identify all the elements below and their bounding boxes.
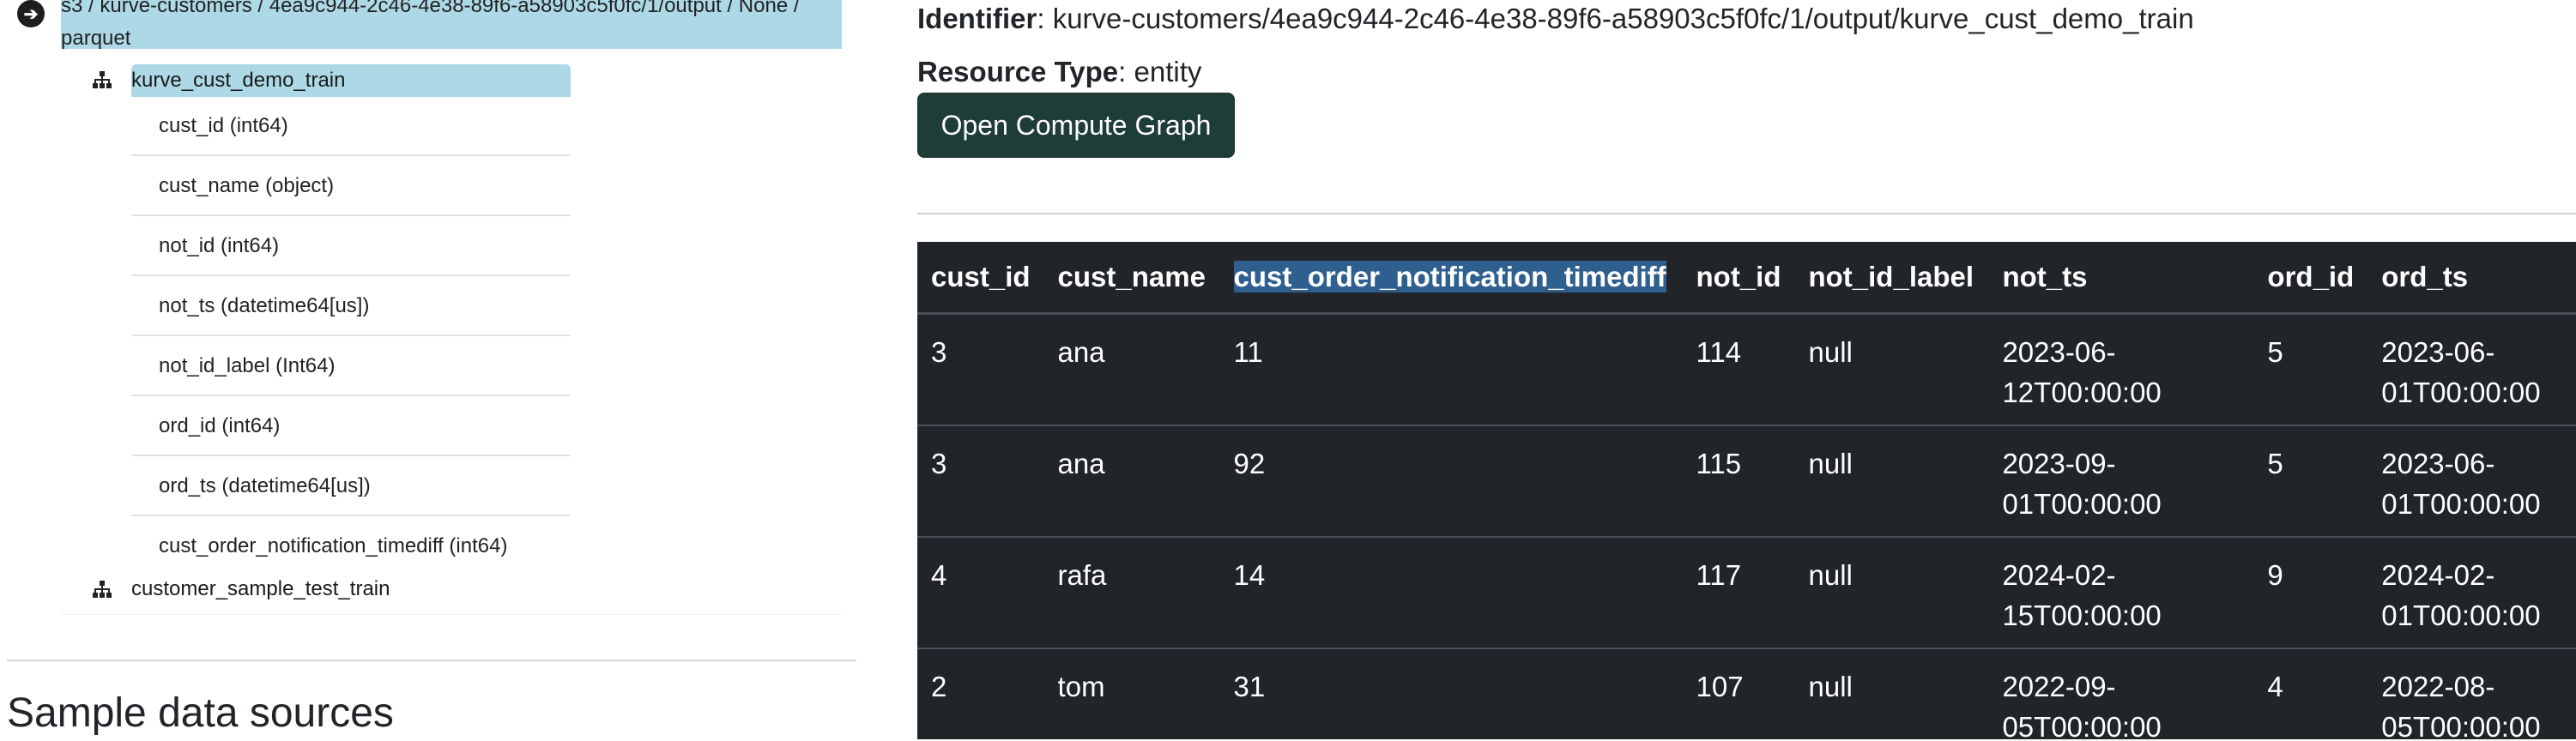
table-cell: tom (1043, 648, 1220, 739)
table-cell: 2023-06-01T00:00:00 (2367, 425, 2576, 538)
table-header-row: cust_id cust_name cust_order_notificatio… (917, 242, 2576, 315)
table-cell: 3 (917, 425, 1044, 538)
table-cell: null (1794, 313, 1989, 426)
column-header[interactable]: ord_ts (2367, 242, 2576, 315)
column-item[interactable]: ord_ts (datetime64[us]) (131, 456, 571, 516)
table-cell: null (1794, 648, 1989, 739)
column-header-selected[interactable]: cust_order_notification_timediff (1219, 242, 1683, 315)
column-header[interactable]: cust_name (1043, 242, 1220, 315)
table-cell: 2023-06-12T00:00:00 (1988, 313, 2254, 426)
resource-type-line: Resource Type: entity (917, 56, 1202, 87)
resource-tree-panel: ➔ s3 / kurve-customers / 4ea9c944-2c46-4… (0, 0, 858, 739)
entity-customer-sample-test-train[interactable]: customer_sample_test_train (131, 573, 390, 605)
column-item[interactable]: cust_name (object) (131, 156, 571, 216)
column-item[interactable]: cust_order_notification_timediff (int64) (131, 516, 571, 576)
table-cell: 115 (1682, 425, 1795, 538)
table-cell: ana (1043, 425, 1220, 538)
table-cell: rafa (1043, 536, 1220, 649)
hierarchy-icon (92, 581, 112, 599)
divider (61, 614, 842, 615)
table-cell: 4 (2253, 648, 2368, 739)
identifier-value: kurve-customers/4ea9c944-2c46-4e38-89f6-… (1052, 3, 2194, 34)
table-cell: ana (1043, 313, 1220, 426)
open-compute-graph-button[interactable]: Open Compute Graph (917, 93, 1235, 158)
entity-label: kurve_cust_demo_train (131, 69, 346, 92)
column-header[interactable]: not_ts (1988, 242, 2254, 315)
table-row: 3 ana 11 114 null 2023-06-12T00:00:00 5 … (917, 313, 2576, 426)
resource-detail-panel: Identifier: kurve-customers/4ea9c944-2c4… (917, 0, 2576, 739)
table-row: 2 tom 31 107 null 2022-09-05T00:00:00 4 … (917, 648, 2576, 739)
arrow-circle-right-icon[interactable]: ➔ (17, 0, 45, 27)
table-cell: 2023-06-01T00:00:00 (2367, 313, 2576, 426)
divider (917, 213, 2576, 214)
section-title: Sample data sources (7, 690, 394, 736)
column-header[interactable]: cust_id (917, 242, 1044, 315)
column-item[interactable]: ord_id (int64) (131, 396, 571, 456)
column-list: cust_id (int64) cust_name (object) not_i… (131, 96, 571, 576)
column-header[interactable]: ord_id (2253, 242, 2368, 315)
selected-header-text: cust_order_notification_timediff (1233, 261, 1666, 292)
hierarchy-icon (92, 71, 112, 90)
identifier-label: Identifier (917, 3, 1037, 34)
resource-type-label: Resource Type (917, 56, 1119, 87)
table-cell: null (1794, 536, 1989, 649)
column-item[interactable]: not_ts (datetime64[us]) (131, 276, 571, 336)
entity-kurve-cust-demo-train[interactable]: kurve_cust_demo_train (131, 64, 571, 97)
table-cell: 11 (1219, 313, 1683, 426)
source-path-label[interactable]: s3 / kurve-customers / 4ea9c944-2c46-4e3… (61, 0, 833, 55)
table-cell: 107 (1682, 648, 1795, 739)
table-cell: 2024-02-15T00:00:00 (1988, 536, 2254, 649)
table-cell: 4 (917, 536, 1044, 649)
table-cell: 92 (1219, 425, 1683, 538)
table-cell: 114 (1682, 313, 1795, 426)
resource-type-value: entity (1134, 56, 1202, 87)
section-divider (7, 660, 856, 661)
table-cell: 5 (2253, 313, 2368, 426)
table-cell: 2022-08-05T00:00:00 (2367, 648, 2576, 739)
identifier-line: Identifier: kurve-customers/4ea9c944-2c4… (917, 3, 2194, 34)
table-cell: 2022-09-05T00:00:00 (1988, 648, 2254, 739)
table-cell: 9 (2253, 536, 2368, 649)
table-row: 4 rafa 14 117 null 2024-02-15T00:00:00 9… (917, 536, 2576, 649)
column-header[interactable]: not_id_label (1794, 242, 1989, 315)
sample-data-table: cust_id cust_name cust_order_notificatio… (917, 242, 2576, 739)
table-cell: 5 (2253, 425, 2368, 538)
column-item[interactable]: not_id (int64) (131, 216, 571, 276)
table-cell: 2023-09-01T00:00:00 (1988, 425, 2254, 538)
table-cell: 3 (917, 313, 1044, 426)
column-item[interactable]: not_id_label (Int64) (131, 336, 571, 396)
table-cell: 14 (1219, 536, 1683, 649)
column-item[interactable]: cust_id (int64) (131, 96, 571, 156)
table-row: 3 ana 92 115 null 2023-09-01T00:00:00 5 … (917, 425, 2576, 538)
table-cell: 31 (1219, 648, 1683, 739)
table-cell: 2024-02-01T00:00:00 (2367, 536, 2576, 649)
table-cell: null (1794, 425, 1989, 538)
table-cell: 2 (917, 648, 1044, 739)
table-cell: 117 (1682, 536, 1795, 649)
column-header[interactable]: not_id (1682, 242, 1795, 315)
